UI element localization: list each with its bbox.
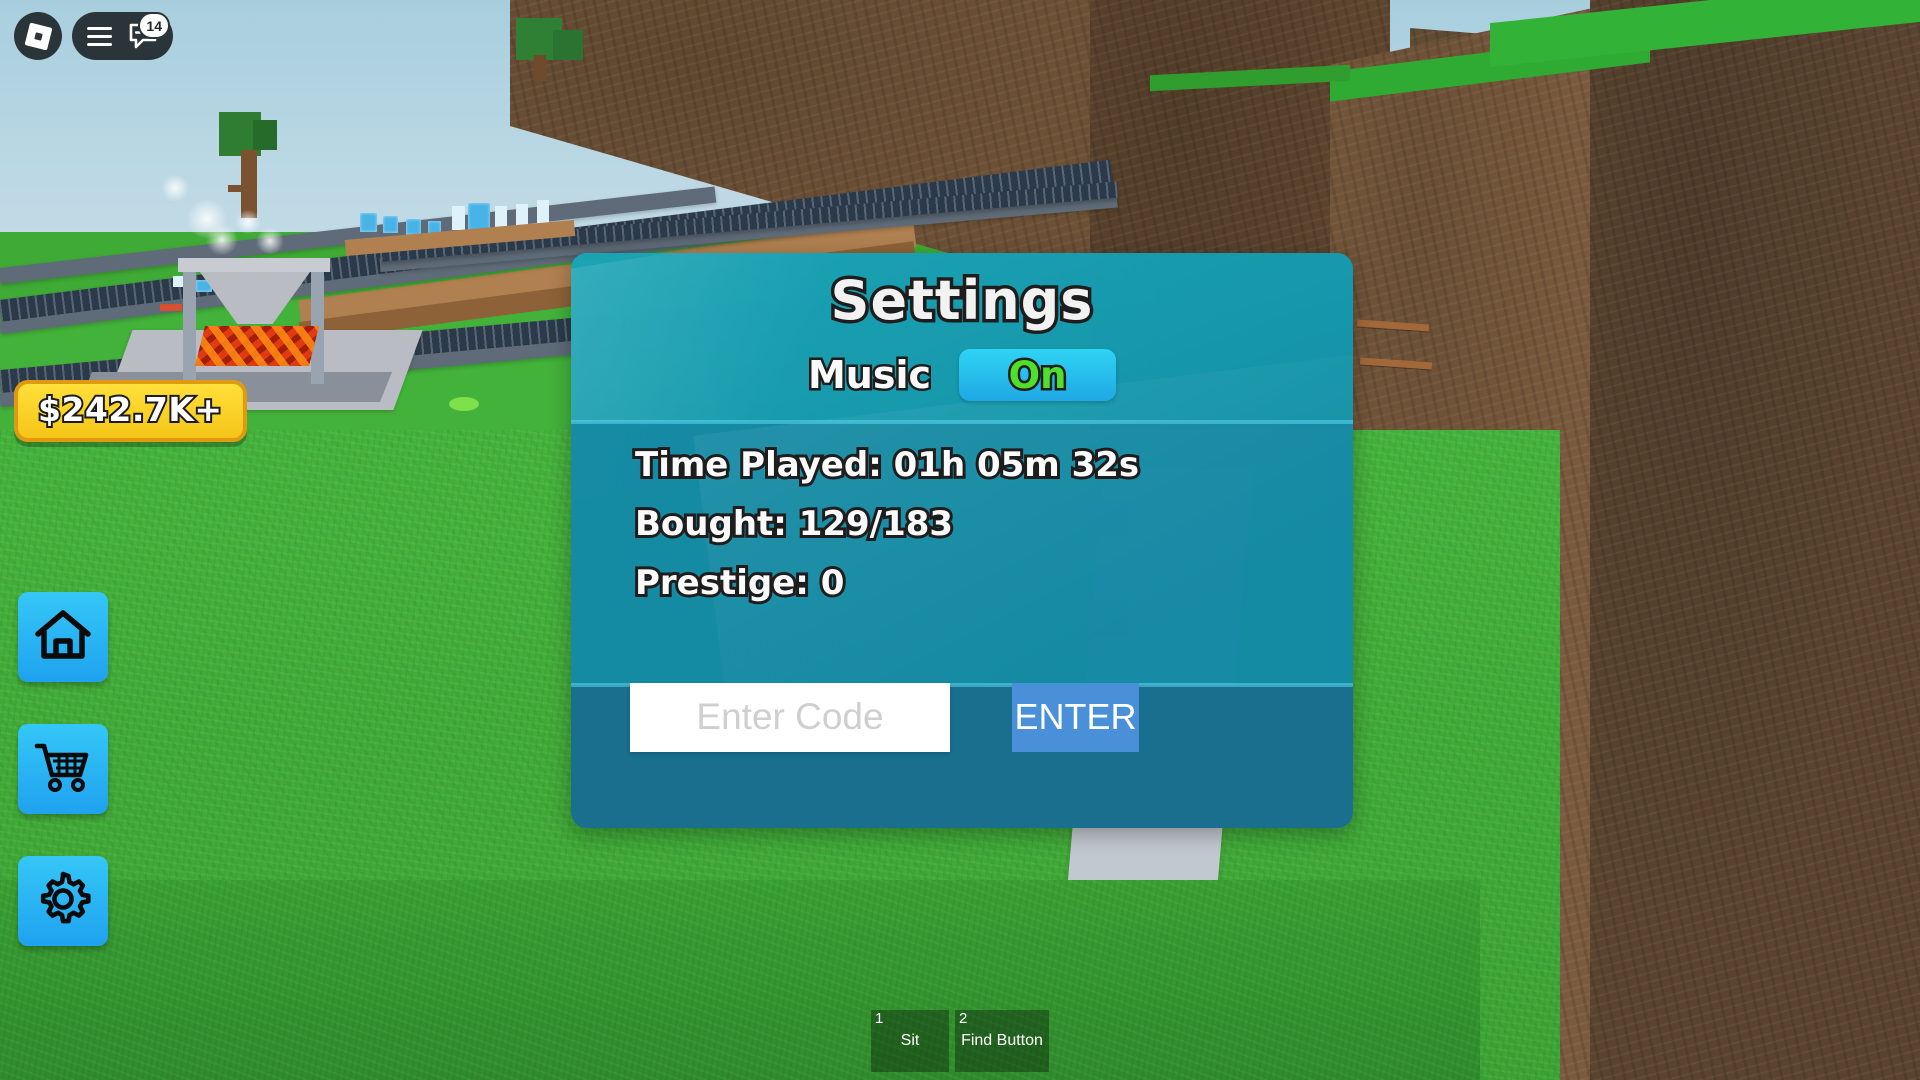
smoke-particle (205, 225, 239, 255)
settings-button[interactable] (18, 856, 108, 946)
hotbar-slot-2[interactable]: 2 Find Button (955, 1010, 1049, 1072)
hotbar-slot-label: Find Button (961, 1032, 1043, 1049)
panel-divider (571, 420, 1353, 424)
dropper-item (452, 206, 465, 230)
debris (160, 304, 182, 311)
stat-bought: Bought: 129/183 (632, 501, 956, 547)
settings-panel: Settings Music On Time Played: 01h 05m 3… (571, 253, 1353, 828)
music-label: Music (805, 351, 933, 400)
furnace-beam (178, 258, 330, 272)
stat-time-played: Time Played: 01h 05m 32s (632, 442, 1142, 488)
dropper-item (383, 216, 398, 233)
dropper-item (537, 200, 549, 224)
stats-list: Time Played: 01h 05m 32s Bought: 129/183… (632, 442, 1142, 622)
green-marker (449, 397, 479, 411)
dropper-item (495, 206, 507, 228)
lava-pool (195, 326, 319, 366)
smoke-particle (235, 210, 261, 234)
hotbar-slot-key: 1 (875, 1010, 884, 1027)
furnace-pillar (311, 266, 324, 384)
roblox-logo-icon[interactable] (14, 12, 62, 60)
smoke-particle (160, 175, 190, 201)
code-input[interactable] (630, 682, 950, 752)
smoke-particle (255, 228, 285, 254)
home-button[interactable] (18, 592, 108, 682)
enter-code-button[interactable]: ENTER (1012, 682, 1139, 752)
hamburger-menu-icon[interactable] (87, 26, 112, 46)
chat-bubble-icon[interactable]: 14 (128, 12, 170, 50)
page-title: Settings (827, 266, 1096, 336)
currency-value: $242.7K+ (36, 388, 224, 431)
shop-button[interactable] (18, 724, 108, 814)
roblox-topbar: 14 (14, 12, 173, 60)
tree-trunk (534, 55, 546, 81)
topbar-pill: 14 (72, 12, 173, 60)
dirt-cliff (1590, 0, 1920, 1080)
music-toggle-button[interactable]: On (959, 349, 1117, 401)
music-setting-row: Music On (571, 349, 1353, 401)
stat-prestige: Prestige: 0 (632, 560, 847, 606)
tree-branch (228, 185, 242, 192)
home-icon (34, 608, 92, 667)
shopping-cart-icon (33, 740, 93, 799)
tree-foliage (253, 120, 277, 150)
tree-foliage (553, 30, 583, 60)
dropper-item (360, 213, 377, 232)
chat-unread-badge: 14 (138, 12, 170, 39)
gear-icon (34, 870, 92, 933)
hotbar: 1 Sit 2 Find Button (871, 1010, 1049, 1072)
currency-badge: $242.7K+ (14, 380, 247, 442)
hotbar-slot-label: Sit (900, 1032, 920, 1049)
hotbar-slot-key: 2 (959, 1010, 968, 1027)
grass-bottom (0, 880, 1480, 1080)
hotbar-slot-1[interactable]: 1 Sit (871, 1010, 949, 1072)
tree-trunk (241, 150, 257, 218)
music-toggle-value: On (1006, 351, 1069, 399)
furnace-pillar (183, 268, 196, 394)
